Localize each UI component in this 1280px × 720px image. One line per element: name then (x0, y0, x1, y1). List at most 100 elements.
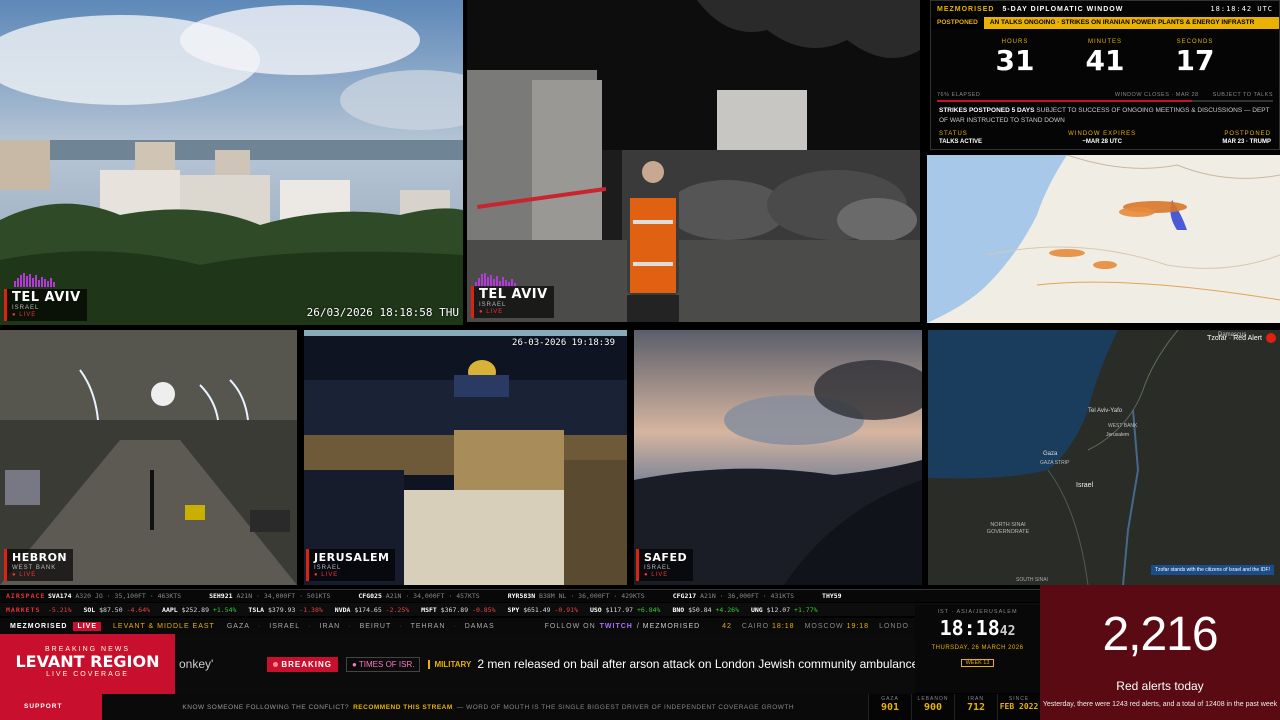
previous-headline-fragment: onkey' (179, 657, 214, 671)
category-badge: MILITARY (428, 659, 471, 669)
camera-feed-safed[interactable]: SAFED ISRAEL ● LIVE (634, 330, 922, 585)
camera-feed-tel-aviv-strike-site[interactable]: TEL AVIV ISRAEL ● LIVE (467, 0, 920, 322)
market-price: $252.89 (181, 605, 213, 614)
map-label-gaza-strip: GAZA STRIP (1040, 460, 1070, 466)
red-alert-map[interactable]: Damascus Tzofar · Red Alert Tel Aviv-Yaf… (928, 330, 1280, 585)
status-scroll: AN TALKS ONGOING · STRIKES ON IRANIAN PO… (983, 17, 1279, 29)
flight-item: CFG025 A21N · 34,000FT · 457KTS (358, 592, 479, 600)
audio-visualizer (14, 273, 55, 287)
map-label-south-sinai: SOUTH SINAI (1016, 577, 1048, 583)
camera-country: WEST BANK (12, 565, 57, 571)
market-change: +6.84% (636, 605, 661, 614)
follow-handle: / MEZMORISED (636, 622, 701, 630)
camera-country: ISRAEL (479, 302, 507, 308)
stat-value: 712 (966, 702, 986, 713)
breaking-badge: BREAKING (267, 656, 338, 672)
world-clock-time: 18:18 (772, 622, 795, 630)
market-change: -0.91% (554, 605, 578, 614)
stat-value: 900 (923, 702, 943, 713)
market-price: $50.84 (688, 605, 716, 614)
stat-value: 901 (880, 702, 900, 713)
camera-city: JERUSALEM (314, 551, 390, 564)
flight-code: THY59 (822, 592, 842, 600)
market-change: -0.85% (472, 605, 496, 614)
region-separator: · (348, 622, 352, 630)
region-separator: · (399, 622, 403, 630)
alert-icon (1266, 333, 1276, 343)
region-separator: · (453, 622, 457, 630)
airspace-items: SVA174 A320 JO · 35,100FT · 463KTS SEH921… (48, 592, 870, 600)
map-light-image (927, 155, 1280, 323)
alert-title: Tzofar · Red Alert (1207, 333, 1276, 343)
clock-date: THURSDAY, 26 MARCH 2026 (931, 645, 1024, 651)
market-item: UNG $12.07 +1.77% (751, 606, 818, 614)
postponed-block: POSTPONED MAR 23 · TRUMP (1222, 131, 1271, 145)
map-footer: Tzofar stands with the citizens of Israe… (1150, 565, 1274, 575)
flight-info: A21N · 34,000FT · 457KTS (381, 592, 480, 600)
camera-label: HEBRON WEST BANK ● LIVE (4, 549, 74, 581)
camera-country: ISRAEL (314, 565, 342, 571)
tel-aviv-skyline-image (0, 0, 463, 325)
world-clock: CAIRO 18:18 (742, 623, 795, 630)
camera-city: TEL AVIV (479, 287, 548, 302)
world-clock-city: CAIRO (741, 622, 773, 630)
live-coverage-label: LIVE COVERAGE (46, 671, 129, 678)
market-symbol: AAPL (162, 605, 182, 614)
region-item: ISRAEL (269, 622, 301, 630)
region-item: IRAN (319, 622, 341, 630)
support-recommend: RECOMMEND THIS STREAM (353, 703, 453, 711)
region-list: GAZA · ISRAEL · IRAN · BEIRUT · TEHRAN · DAMAS (227, 623, 495, 630)
camera-label: TEL AVIV ISRAEL ● LIVE (4, 289, 87, 321)
support-tag[interactable]: SUPPORT (0, 694, 103, 720)
breaking-dot-icon (273, 661, 279, 667)
audio-visualizer (475, 273, 516, 287)
message-bold: STRIKES POSTPONED 5 DAYS (939, 107, 1035, 114)
market-change: +1.77% (794, 605, 818, 614)
market-symbol: NVDA (334, 605, 355, 614)
market-symbol: SOL (83, 605, 100, 614)
camera-label: JERUSALEM ISRAEL ● LIVE (306, 549, 396, 581)
map-label-gaza: Gaza (1043, 451, 1058, 457)
market-symbol: BNO (672, 605, 689, 614)
red-alert-count: 2,216 (1102, 608, 1218, 661)
region-item: GAZA (226, 622, 250, 630)
camera-feed-tel-aviv-skyline[interactable]: TEL AVIV ISRAEL ● LIVE 26/03/2026 18:18:… (0, 0, 463, 325)
alert-map-light[interactable] (927, 155, 1280, 323)
camera-label: TEL AVIV ISRAEL ● LIVE (471, 286, 554, 318)
region-bar: MEZMORISED LIVE LEVANT & MIDDLE EAST GAZ… (0, 618, 915, 634)
camera-city: SAFED (644, 551, 688, 564)
flight-item: SVA174 A320 JO · 35,100FT · 463KTS (48, 592, 181, 600)
camera-timestamp: 26/03/2026 18:18:58 THU (306, 306, 459, 319)
market-change: -4.64% (126, 605, 151, 614)
world-clocks: 42 CAIRO 18:18 MOSCOW 19:18 LONDO (722, 623, 909, 630)
stat-block: SINCE FEB 2022 (997, 694, 1040, 720)
camera-timestamp: 26-03-2026 19:18:39 (512, 338, 615, 348)
market-item: NVDA $174.65 -2.25% (335, 606, 409, 614)
follow-pre: FOLLOW ON (544, 622, 596, 630)
flight-info: A320 JO · 35,100FT · 463KTS (71, 592, 182, 600)
strike-site-image (467, 0, 920, 322)
airspace-ticker: AIRSPACE SVA174 A320 JO · 35,100FT · 463… (0, 589, 1040, 602)
region-small: LEVANT & MIDDLE EAST (113, 622, 215, 630)
countdown-header: MEZMORISED 5-DAY DIPLOMATIC WINDOW 18:18… (931, 1, 1279, 17)
flight-item: RYR583N B38M NL · 36,000FT · 429KTS (508, 592, 645, 600)
world-clock: MOSCOW 19:18 (805, 623, 870, 630)
brand-label: MEZMORISED (10, 622, 68, 630)
airspace-tag: AIRSPACE (6, 592, 46, 600)
camera-label: SAFED ISRAEL ● LIVE (636, 549, 694, 581)
flight-info: A21N · 34,000FT · 501KTS (232, 592, 331, 600)
clock-time: 18:1842 (939, 616, 1016, 640)
markets-items: -5.21% SOL $87.50 -4.64% AAPL $252.89 +1.5… (48, 606, 830, 614)
market-change: +1.54% (212, 605, 237, 614)
flight-code: SEH921 (209, 592, 233, 600)
camera-feed-hebron[interactable]: HEBRON WEST BANK ● LIVE (0, 330, 297, 585)
hours-value: 31 (995, 44, 1035, 77)
world-clock: 42 (722, 623, 732, 630)
reporter-figure (627, 161, 679, 322)
diplomatic-window-countdown: MEZMORISED 5-DAY DIPLOMATIC WINDOW 18:18… (930, 0, 1280, 150)
region-item: BEIRUT (359, 622, 392, 630)
market-symbol: SPY (507, 605, 524, 614)
map-label-sinai: NORTH SINAI GOVERNORATE (986, 522, 1030, 535)
camera-feed-jerusalem[interactable]: 26-03-2026 19:18:39 JERUSALEM ISRAEL ● L… (304, 330, 627, 585)
map-label-jerusalem: Jerusalem (1106, 432, 1130, 438)
